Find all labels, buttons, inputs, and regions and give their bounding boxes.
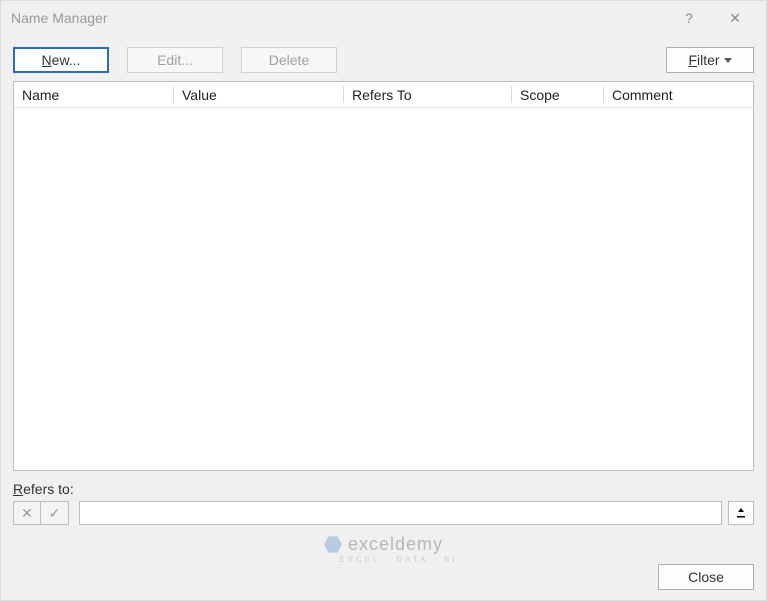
filter-button-label: ilter [697,52,720,68]
refers-to-accel: R [13,481,23,497]
discard-change-button: ✕ [13,501,41,525]
refers-to-label-text: efers to: [23,481,74,497]
help-icon[interactable]: ? [666,3,712,33]
new-button[interactable]: New... [13,47,109,73]
filter-button-accel: F [688,52,697,68]
column-header-value[interactable]: Value [174,82,344,107]
column-header-comment[interactable]: Comment [604,82,753,107]
refers-to-row: ✕ ✓ [13,501,754,525]
accept-change-button: ✓ [41,501,69,525]
refers-to-section: Refers to: ✕ ✓ [1,471,766,525]
chevron-down-icon [724,58,732,63]
collapse-dialog-button[interactable] [728,501,754,525]
new-button-accel: N [42,52,52,68]
close-button[interactable]: Close [658,564,754,590]
collapse-icon [735,507,747,519]
watermark-logo-icon [324,536,342,554]
new-button-label: ew... [52,52,81,68]
watermark-tagline: EXCEL · DATA · BI [1,555,766,564]
delete-button: Delete [241,47,337,73]
watermark: exceldemy EXCEL · DATA · BI [1,534,766,555]
cancel-x-icon: ✕ [21,505,33,522]
filter-button[interactable]: Filter [666,47,754,73]
refers-to-input[interactable] [79,501,722,525]
edit-button: Edit... [127,47,223,73]
column-header-scope[interactable]: Scope [512,82,604,107]
name-list-container: Name Value Refers To Scope Comment [13,81,754,471]
window-title: Name Manager [11,10,666,26]
check-icon: ✓ [49,505,61,522]
toolbar: New... Edit... Delete Filter [1,35,766,81]
titlebar: Name Manager ? ✕ [1,1,766,35]
column-header-refers[interactable]: Refers To [344,82,512,107]
close-icon[interactable]: ✕ [712,3,758,33]
column-headers: Name Value Refers To Scope Comment [14,82,753,108]
watermark-brand: exceldemy [348,534,443,555]
refers-to-label: Refers to: [13,481,754,497]
column-header-name[interactable]: Name [14,82,174,107]
footer: Close [658,564,754,590]
name-list-body [14,108,753,470]
name-list[interactable]: Name Value Refers To Scope Comment [13,81,754,471]
